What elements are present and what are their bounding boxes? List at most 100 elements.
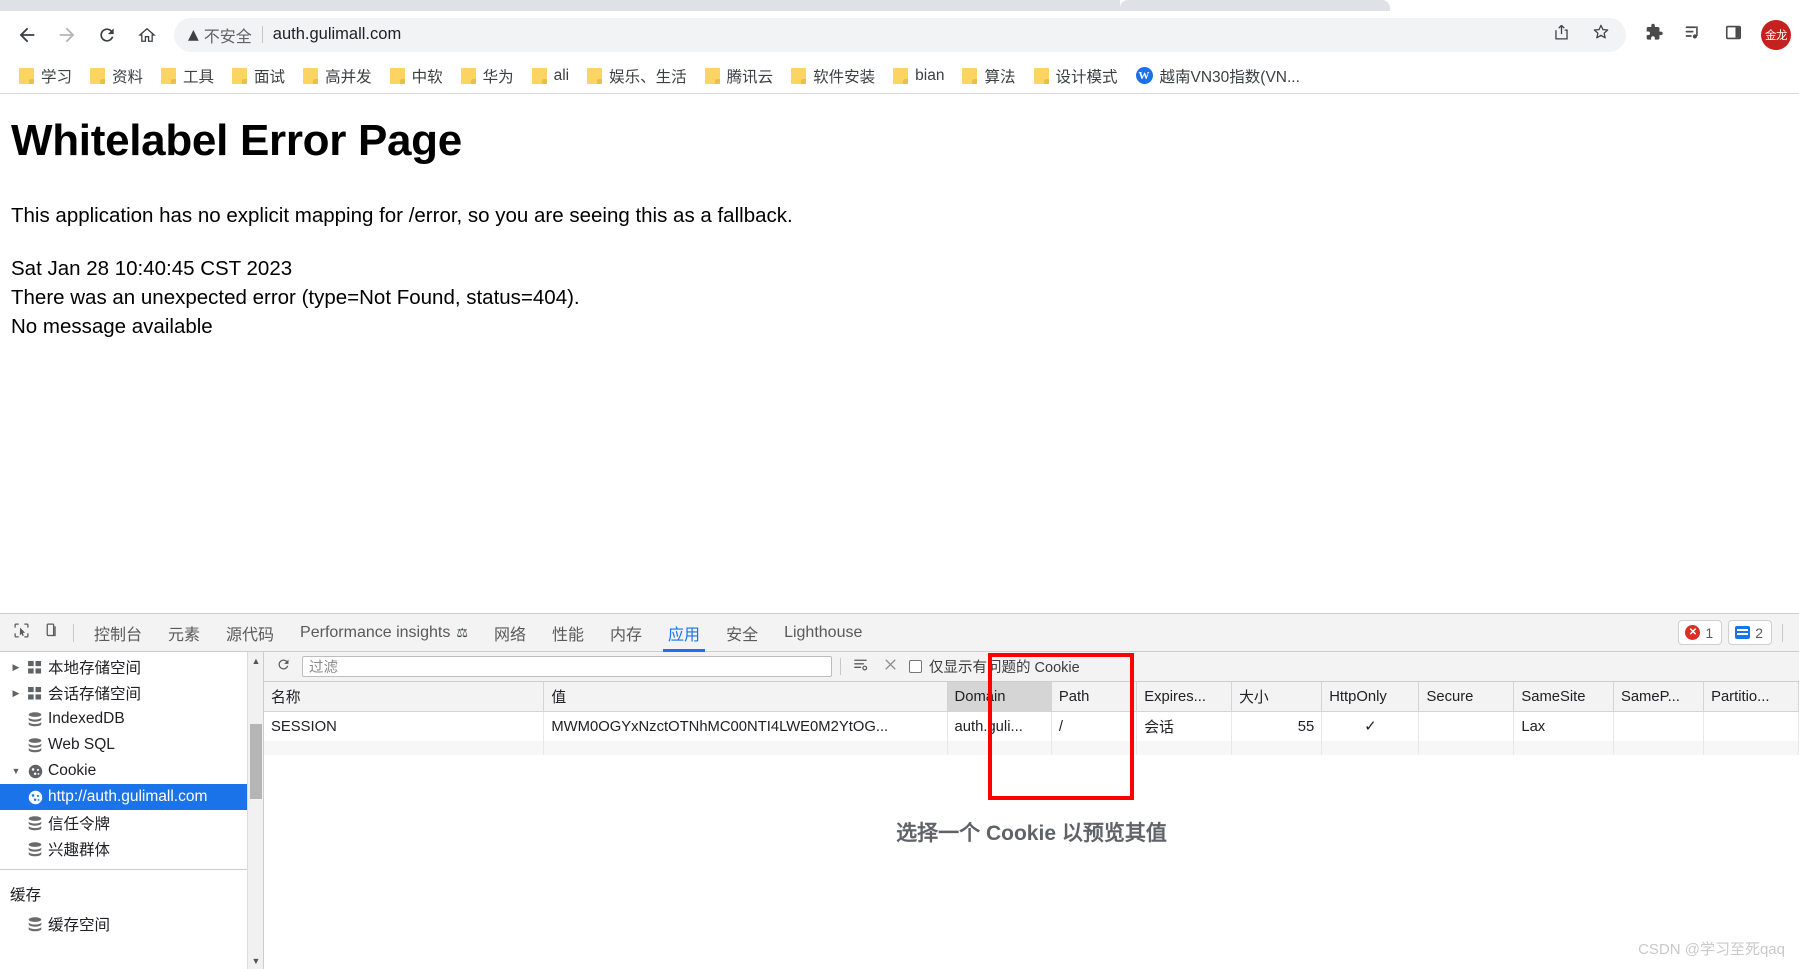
cookie-preview-area: 选择一个 Cookie 以预览其值 [264, 755, 1799, 969]
tab-network[interactable]: 网络 [481, 614, 539, 652]
col-header-httponly[interactable]: HttpOnly [1321, 682, 1420, 712]
toolbar-divider [73, 623, 74, 642]
col-header-partition[interactable]: Partitio... [1703, 682, 1799, 712]
share-button[interactable] [1548, 22, 1574, 48]
bookmark-item[interactable]: 高并发 [294, 62, 381, 90]
cookie-icon [24, 790, 46, 805]
error-count-badge[interactable]: ✕ 1 [1678, 620, 1723, 645]
error-circle-icon: ✕ [1685, 625, 1701, 640]
col-header-sameparty[interactable]: SameP... [1613, 682, 1705, 712]
cookie-toolbar: 过滤 仅显示有问题的 Cookie [264, 652, 1799, 682]
media-note-icon [1683, 22, 1704, 48]
sidebar-item-session-storage[interactable]: ▶ 会话存储空间 [0, 680, 263, 706]
grid-icon [24, 686, 46, 700]
scroll-down-arrow-icon[interactable]: ▼ [248, 952, 263, 969]
tab-performance-insights[interactable]: Performance insights ⚖ [287, 614, 481, 652]
bookmark-item[interactable]: 学习 [10, 62, 81, 90]
col-header-name[interactable]: 名称 [264, 682, 545, 712]
chevron-right-icon[interactable]: ▶ [8, 662, 24, 673]
bookmark-item[interactable]: 腾讯云 [696, 62, 783, 90]
address-bar[interactable]: ▲ 不安全 auth.gulimall.com [174, 17, 1626, 52]
bookmark-item[interactable]: W 越南VN30指数(VN... [1127, 62, 1309, 90]
tab-security[interactable]: 安全 [713, 614, 771, 652]
bookmark-item[interactable]: 中软 [381, 62, 452, 90]
security-label: 不安全 [203, 28, 252, 46]
bookmark-item[interactable]: 设计模式 [1025, 62, 1127, 90]
sidebar-item-local-storage[interactable]: ▶ 本地存储空间 [0, 654, 263, 680]
clear-all-cookies-button[interactable] [879, 656, 901, 678]
home-button[interactable] [128, 16, 166, 54]
message-bubble-icon [1735, 626, 1751, 639]
col-header-samesite[interactable]: SameSite [1513, 682, 1614, 712]
toolbar-right-actions: 金龙 [1636, 18, 1791, 52]
tab-console[interactable]: 控制台 [81, 614, 155, 652]
security-indicator[interactable]: ▲ 不安全 [188, 23, 252, 47]
bookmark-item[interactable]: 资料 [81, 62, 152, 90]
filter-input[interactable]: 过滤 [302, 656, 832, 677]
checkbox-box-icon[interactable] [909, 660, 922, 673]
star-icon [1591, 22, 1611, 47]
bookmark-item[interactable]: 娱乐、生活 [578, 62, 696, 90]
extensions-button[interactable] [1636, 18, 1670, 52]
sidebar-item-web-sql[interactable]: ▶ Web SQL [0, 732, 263, 758]
col-header-domain[interactable]: Domain [947, 682, 1052, 712]
sidebar-scrollbar[interactable]: ▲ ▼ [247, 652, 263, 969]
side-panel-button[interactable] [1716, 18, 1750, 52]
folder-icon [232, 67, 248, 84]
tab-lighthouse[interactable]: Lighthouse [771, 614, 875, 652]
message-count-badge[interactable]: 2 [1728, 620, 1772, 645]
close-icon [883, 657, 898, 677]
bookmark-item[interactable]: 工具 [152, 62, 223, 90]
avatar[interactable]: 金龙 [1761, 19, 1791, 50]
table-row[interactable]: SESSION MWM0OGYxNzctOTNhMC00NTI4LWE0M2Yt… [264, 711, 1799, 741]
bookmark-item[interactable]: bian [884, 64, 953, 88]
page-content: Whitelabel Error Page This application h… [0, 94, 1799, 613]
tab-elements[interactable]: 元素 [155, 614, 213, 652]
chevron-down-icon[interactable]: ▼ [8, 766, 24, 776]
bookmark-item[interactable]: ali [523, 64, 579, 88]
col-header-value[interactable]: 值 [543, 682, 948, 712]
sidebar-item-cookie[interactable]: ▼ Cookie [0, 758, 263, 784]
only-problematic-cookies-checkbox[interactable]: 仅显示有问题的 Cookie [909, 656, 1080, 677]
tab-performance[interactable]: 性能 [539, 614, 597, 652]
bookmark-item[interactable]: 软件安装 [782, 62, 884, 90]
col-header-expires[interactable]: Expires... [1136, 682, 1233, 712]
browser-tab-active[interactable] [1120, 0, 1390, 11]
database-icon [24, 916, 46, 932]
cookie-table-header-row: 名称 值 Domain Path Expires... 大小 HttpOnly … [264, 682, 1799, 712]
filler-cell [947, 741, 1052, 755]
scroll-up-arrow-icon[interactable]: ▲ [248, 652, 263, 669]
sidebar-item-trust-tokens[interactable]: ▶ 信任令牌 [0, 810, 263, 836]
sidebar-item-cookie-origin[interactable]: http://auth.gulimall.com [0, 784, 263, 810]
bookmark-item[interactable]: 面试 [223, 62, 294, 90]
col-header-secure[interactable]: Secure [1418, 682, 1515, 712]
tab-strip-empty-area [1390, 0, 1799, 11]
tab-sources[interactable]: 源代码 [213, 614, 287, 652]
inspect-element-button[interactable] [6, 618, 36, 648]
refresh-cookies-button[interactable] [272, 656, 294, 678]
col-header-path[interactable]: Path [1051, 682, 1138, 712]
sidebar-item-indexeddb[interactable]: ▶ IndexedDB [0, 706, 263, 732]
tab-application[interactable]: 应用 [655, 614, 713, 652]
forward-button[interactable] [48, 16, 86, 54]
col-header-size[interactable]: 大小 [1231, 682, 1323, 712]
reload-button[interactable] [88, 16, 126, 54]
sidebar-item-interest-groups[interactable]: ▶ 兴趣群体 [0, 836, 263, 862]
sidebar-item-cache-storage[interactable]: ▶ 缓存空间 [0, 911, 263, 937]
bookmark-label: 华为 [482, 68, 514, 86]
media-control-button[interactable] [1676, 18, 1710, 52]
sidebar-item-label: 信任令牌 [48, 816, 111, 833]
chevron-right-icon[interactable]: ▶ [8, 688, 24, 699]
tab-memory[interactable]: 内存 [597, 614, 655, 652]
omnibox-actions [1548, 22, 1614, 48]
database-icon [24, 737, 46, 753]
scrollbar-thumb[interactable] [250, 724, 262, 799]
back-button[interactable] [8, 16, 46, 54]
url-text: auth.gulimall.com [272, 25, 402, 43]
bookmark-button[interactable] [1588, 22, 1614, 48]
device-toolbar-toggle[interactable] [36, 618, 66, 648]
bookmark-item[interactable]: 华为 [452, 62, 523, 90]
clear-filter-button[interactable] [849, 656, 871, 678]
bookmark-item[interactable]: 算法 [953, 62, 1024, 90]
sidebar-item-label: Cookie [48, 762, 97, 779]
